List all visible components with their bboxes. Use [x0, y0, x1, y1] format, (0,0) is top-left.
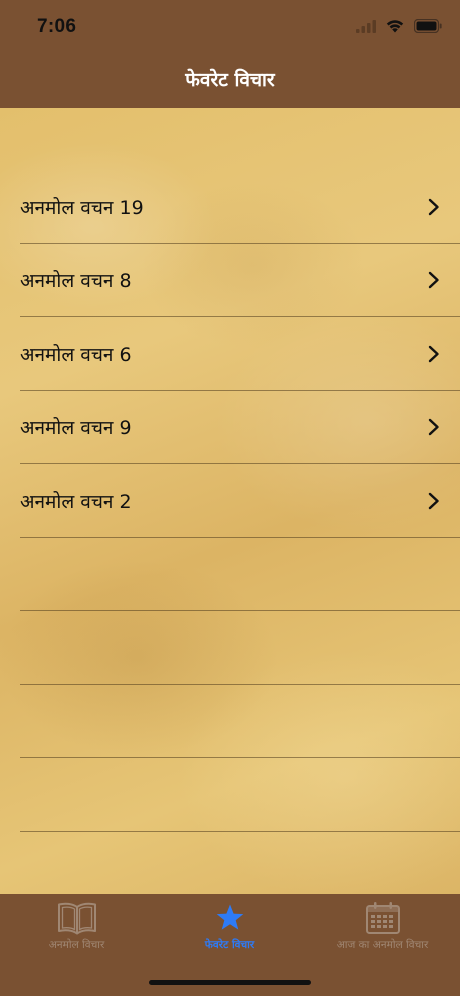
tab-favorite-vichar[interactable]: फेवरेट विचार — [153, 900, 306, 952]
calendar-icon — [365, 902, 400, 934]
list-item[interactable]: अनमोल वचन 6 — [0, 317, 460, 391]
status-bar: 7:06 — [0, 0, 460, 56]
empty-row — [0, 538, 460, 612]
list-item[interactable]: अनमोल वचन 9 — [0, 391, 460, 465]
tab-label: आज का अनमोल विचार — [336, 939, 429, 951]
tab-aaj-ka-vichar[interactable]: आज का अनमोल विचार — [306, 900, 459, 952]
tab-label: अनमोल विचार — [48, 939, 105, 951]
page-title: फेवरेट विचार — [185, 69, 275, 91]
empty-row — [0, 685, 460, 759]
favorites-list-area[interactable]: अनमोल वचन 19 अनमोल वचन 8 अनमोल वचन 6 अनम… — [0, 108, 460, 894]
tab-label: फेवरेट विचार — [204, 939, 255, 951]
favorites-list: अनमोल वचन 19 अनमोल वचन 8 अनमोल वचन 6 अनम… — [0, 170, 460, 832]
home-indicator[interactable] — [149, 980, 311, 985]
list-item[interactable]: अनमोल वचन 19 — [0, 170, 460, 244]
list-item-label: अनमोल वचन 9 — [20, 417, 132, 440]
empty-row — [0, 758, 460, 832]
wifi-icon — [385, 18, 405, 37]
book-icon — [57, 902, 96, 935]
list-item-label: अनमोल वचन 19 — [20, 196, 144, 219]
list-item[interactable]: अनमोल वचन 8 — [0, 244, 460, 318]
chevron-right-icon — [428, 198, 439, 215]
list-item-label: अनमोल वचन 8 — [20, 270, 132, 293]
star-icon — [216, 904, 243, 930]
battery-icon — [413, 18, 442, 37]
chevron-right-icon — [428, 419, 439, 436]
signal-icon — [356, 18, 376, 37]
chevron-right-icon — [428, 345, 439, 362]
empty-row — [0, 611, 460, 685]
list-item[interactable]: अनमोल वचन 2 — [0, 464, 460, 538]
chevron-right-icon — [428, 492, 439, 509]
nav-bar: फेवरेट विचार — [0, 56, 460, 108]
status-time: 7:06 — [37, 16, 77, 37]
list-item-label: अनमोल वचन 6 — [20, 343, 132, 366]
chevron-right-icon — [428, 272, 439, 289]
status-icons — [356, 18, 442, 37]
list-item-label: अनमोल वचन 2 — [20, 490, 132, 513]
tab-anmol-vichar[interactable]: अनमोल विचार — [0, 900, 153, 952]
